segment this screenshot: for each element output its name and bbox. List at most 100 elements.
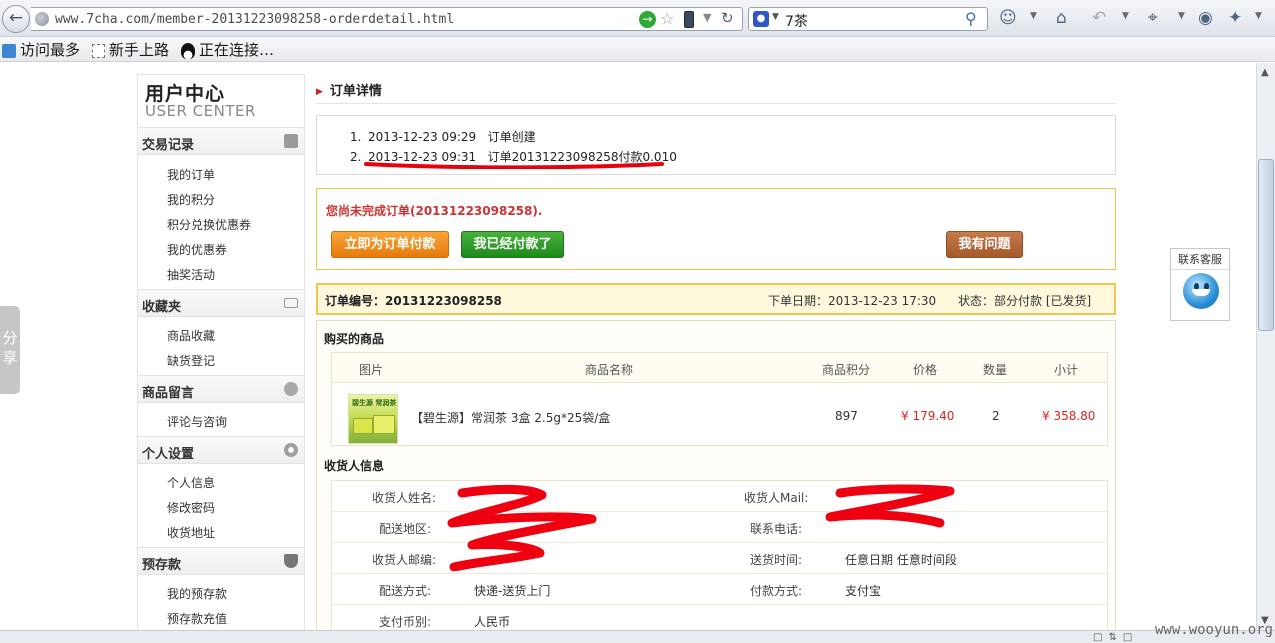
order-number: 订单编号：20131223098258 [325,294,502,308]
qq-penguin-icon [181,42,195,59]
addon-dropdown-icon[interactable]: ▼ [1030,11,1037,21]
page-viewport: 用户中心 USER CENTER 交易记录 我的订单 我的积分 积分兑换优惠券 … [0,63,1256,630]
product-points: 897 [835,409,858,423]
goods-table: 图片 商品名称 商品积分 价格 数量 小计 碧生源 常润茶 【碧生源】常润茶 3… [331,352,1108,446]
share-tab[interactable]: 分享 [0,306,20,394]
sidebar-item-deposit-recharge[interactable]: 预存款充值 [167,610,227,627]
sidebar-item-my-deposit[interactable]: 我的预存款 [167,585,227,602]
vertical-scrollbar[interactable]: ▲ ▼ [1256,63,1275,630]
triangle-icon: ▶ [316,87,323,97]
sidebar-item-change-password[interactable]: 修改密码 [167,499,215,516]
sidebar-item-my-orders[interactable]: 我的订单 [167,166,215,183]
menu-dropdown-icon[interactable]: ▼ [1255,11,1262,21]
go-icon[interactable]: → [639,11,656,28]
redaction-scribble [825,484,955,528]
currency-value: 人民币 [474,615,511,629]
crop-icon[interactable]: ⌖ [1148,8,1158,28]
search-box[interactable]: ● ▼ 7茶 ⚲ [748,7,988,31]
shipping-method-value: 快递-送货上门 [474,584,551,598]
goods-heading: 购买的商品 [324,332,385,346]
history-dropdown-icon[interactable]: ▼ [703,11,711,24]
browser-toolbar: ← www.7cha.com/member-20131223098258-ord… [0,0,1275,37]
search-icon[interactable]: ⚲ [965,9,977,28]
payment-notice: 您尚未完成订单(20131223098258). 立即为订单付款 我已经付款了 … [316,188,1116,270]
page-icon [92,43,105,58]
receiver-heading: 收货人信息 [324,459,385,473]
bookmark-connecting[interactable]: 正在连接… [181,39,274,60]
site-identity-icon[interactable] [35,12,49,26]
chat-icon[interactable]: ◉ [1198,8,1213,28]
receiver-table: 收货人姓名: 收货人Mail: 配送地区: 联系电话: 收货人邮编: 送货时间:… [331,480,1108,630]
back-button[interactable]: ← [2,5,30,33]
order-date: 下单日期：2013-12-23 17:30 [768,294,937,308]
bookmark-most-visited[interactable]: 访问最多 [2,39,80,60]
url-text[interactable]: www.7cha.com/member-20131223098258-order… [55,12,454,27]
table-row: 配送方式: 快递-送货上门 付款方式: 支付宝 [332,574,1107,605]
reload-icon[interactable]: ↻ [721,9,734,27]
sidebar-item-product-favorites[interactable]: 商品收藏 [167,327,215,344]
bookmark-getting-started[interactable]: 新手上路 [92,39,169,60]
red-underline-annotation [364,162,664,169]
redaction-scribble [447,484,597,571]
speech-bubble-icon [284,382,298,396]
status-bar [0,630,1275,643]
sidebar-item-reviews[interactable]: 评论与咨询 [167,413,227,430]
watermark: www.wooyun.org [1154,622,1273,638]
customer-service-label: 联系客服 [1171,251,1229,270]
user-center-sidebar: 用户中心 USER CENTER 交易记录 我的订单 我的积分 积分兑换优惠券 … [137,74,305,630]
extension-icon[interactable]: ✦ [1228,8,1242,28]
sidebar-item-profile[interactable]: 个人信息 [167,474,215,491]
product-subtotal: ¥ 358.80 [1042,409,1096,423]
table-row: 支付币别: 人民币 [379,615,511,629]
most-visited-icon [2,43,16,58]
bookmark-star-icon[interactable]: ☆ [660,9,674,28]
notice-text: 您尚未完成订单(20131223098258). [326,204,543,218]
sidebar-item-lottery[interactable]: 抽奖活动 [167,266,215,283]
sidebar-item-points-exchange[interactable]: 积分兑换优惠券 [167,216,251,233]
scrollbar-thumb[interactable] [1258,159,1274,331]
title-divider [316,103,1116,104]
product-quantity: 2 [992,409,1000,423]
addon-icon[interactable]: ☺ [999,8,1017,28]
status-bar-icons: □⇅□ [1093,632,1139,643]
sidebar-section-favorites: 收藏夹 [138,289,304,317]
shield-icon [284,554,298,568]
crop-dropdown-icon[interactable]: ▼ [1178,11,1185,21]
search-input[interactable]: 7茶 [785,11,808,31]
pay-now-button[interactable]: 立即为订单付款 [331,231,449,258]
mobile-icon[interactable] [684,11,694,28]
undo-dropdown-icon[interactable]: ▼ [1122,11,1129,21]
user-center-subtitle: USER CENTER [145,102,256,120]
product-name-link[interactable]: 【碧生源】常润茶 3盒 2.5g*25袋/盒 [411,409,610,426]
search-engine-dropdown-icon[interactable]: ▼ [772,12,779,22]
customer-service-icon[interactable] [1183,273,1219,309]
log-entry: 1. 2013-12-23 09:29 订单创建 [350,130,536,144]
scroll-up-icon[interactable]: ▲ [1261,67,1269,78]
sidebar-item-my-points[interactable]: 我的积分 [167,191,215,208]
bookmarks-bar: 访问最多 新手上路 正在连接… [0,37,1275,62]
already-paid-button[interactable]: 我已经付款了 [461,231,564,258]
folder-icon [284,298,298,308]
undo-icon[interactable]: ↶ [1092,8,1106,28]
gear-icon [284,443,298,457]
sidebar-item-out-of-stock[interactable]: 缺货登记 [167,352,215,369]
sidebar-section-messages: 商品留言 [138,375,304,403]
sidebar-item-my-coupons[interactable]: 我的优惠券 [167,241,227,258]
transactions-icon [284,134,298,148]
goods-table-header: 图片 商品名称 商品积分 价格 数量 小计 [332,353,1107,383]
sidebar-section-transactions: 交易记录 [138,127,304,155]
search-engine-icon[interactable]: ● [753,11,769,27]
order-status: 状态：部分付款 [已发货] [958,294,1092,308]
product-image[interactable]: 碧生源 常润茶 [348,394,398,444]
payment-method-value: 支付宝 [845,584,882,598]
have-question-button[interactable]: 我有问题 [946,231,1023,258]
page-title: ▶ 订单详情 [316,84,382,99]
sidebar-section-settings: 个人设置 [138,436,304,464]
sidebar-item-addresses[interactable]: 收货地址 [167,524,215,541]
product-price: ¥ 179.40 [901,409,955,423]
order-detail: 购买的商品 图片 商品名称 商品积分 价格 数量 小计 碧生源 常润茶 【碧生源… [316,320,1116,630]
order-info-bar: 订单编号：20131223098258 下单日期：2013-12-23 17:3… [316,283,1116,315]
customer-service-widget[interactable]: 联系客服 [1170,248,1230,321]
address-bar[interactable]: www.7cha.com/member-20131223098258-order… [31,7,743,31]
home-icon[interactable]: ⌂ [1056,8,1067,28]
